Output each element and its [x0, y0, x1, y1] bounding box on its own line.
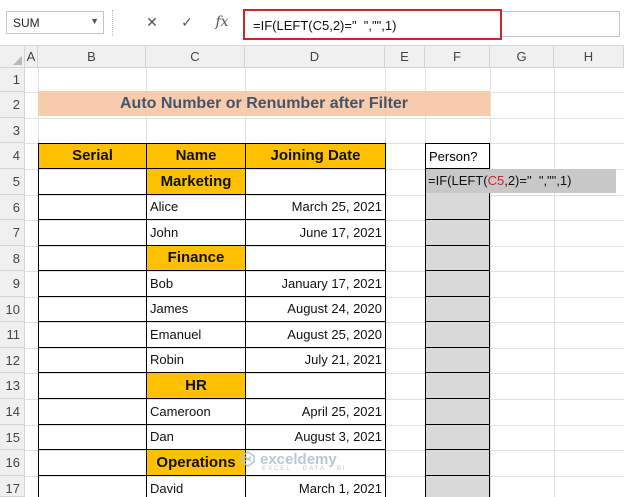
- col-header-d[interactable]: D: [245, 46, 385, 68]
- row-header[interactable]: 5: [0, 169, 25, 195]
- name-cell[interactable]: Emanuel: [147, 322, 246, 348]
- name-cell[interactable]: John: [147, 220, 246, 246]
- header-name[interactable]: Name: [147, 144, 246, 169]
- helper-cell[interactable]: [425, 348, 490, 373]
- helper-cell[interactable]: [425, 399, 490, 425]
- date-cell[interactable]: January 17, 2021: [246, 271, 385, 297]
- serial-cell[interactable]: [39, 297, 147, 322]
- row-header[interactable]: 9: [0, 271, 25, 297]
- date-cell[interactable]: March 1, 2021: [246, 476, 385, 497]
- check-icon[interactable]: ✓: [175, 11, 199, 34]
- name-cell[interactable]: David: [147, 476, 246, 497]
- col-header-b[interactable]: B: [38, 46, 146, 68]
- name-cell[interactable]: Alice: [147, 195, 246, 220]
- helper-cell[interactable]: [425, 373, 490, 399]
- serial-cell[interactable]: [39, 322, 147, 348]
- row-header[interactable]: 3: [0, 118, 25, 143]
- x-icon[interactable]: ✕: [140, 11, 164, 34]
- formula-bar-separator: [112, 10, 113, 36]
- col-header-a[interactable]: A: [25, 46, 38, 68]
- row-header[interactable]: 13: [0, 373, 25, 399]
- name-cell[interactable]: Robin: [147, 348, 246, 373]
- helper-cell[interactable]: [425, 220, 490, 246]
- department-cell[interactable]: Operations: [147, 450, 246, 476]
- date-cell[interactable]: March 25, 2021: [246, 195, 385, 220]
- col-header-f[interactable]: F: [425, 46, 490, 68]
- serial-cell[interactable]: [39, 271, 147, 297]
- serial-cell[interactable]: [39, 399, 147, 425]
- row-header[interactable]: 8: [0, 246, 25, 271]
- formula-text: ,2)=: [504, 173, 527, 188]
- formula-bar: SUM ▼ ✕ ✓ fx =IF(LEFT(C5,2)=" ","",1): [0, 0, 624, 46]
- col-header-c[interactable]: C: [146, 46, 245, 68]
- serial-cell[interactable]: [39, 220, 147, 246]
- header-joining-date[interactable]: Joining Date: [246, 144, 385, 169]
- row-header[interactable]: 17: [0, 476, 25, 497]
- formula-text: " ","",1): [526, 173, 572, 188]
- header-serial[interactable]: Serial: [39, 144, 147, 169]
- helper-cell[interactable]: [425, 246, 490, 271]
- name-cell[interactable]: Dan: [147, 425, 246, 450]
- chevron-down-icon[interactable]: ▼: [90, 16, 99, 26]
- row-header[interactable]: 12: [0, 348, 25, 373]
- row-header[interactable]: 16: [0, 450, 25, 476]
- date-cell[interactable]: June 17, 2021: [246, 220, 385, 246]
- date-cell[interactable]: August 3, 2021: [246, 425, 385, 450]
- name-box[interactable]: SUM ▼: [6, 11, 104, 34]
- date-cell[interactable]: August 25, 2020: [246, 322, 385, 348]
- data-table: Serial Name Joining Date Marketing Alice…: [38, 143, 386, 497]
- date-cell[interactable]: April 25, 2021: [246, 399, 385, 425]
- row-header[interactable]: 7: [0, 220, 25, 246]
- department-cell[interactable]: Finance: [147, 246, 246, 271]
- name-cell[interactable]: James: [147, 297, 246, 322]
- sheet-title[interactable]: Auto Number or Renumber after Filter: [38, 91, 490, 116]
- name-cell[interactable]: Cameroon: [147, 399, 246, 425]
- serial-cell[interactable]: [39, 450, 147, 476]
- row-header[interactable]: 6: [0, 195, 25, 220]
- select-all-corner[interactable]: [0, 46, 25, 68]
- fx-button[interactable]: fx: [210, 11, 234, 34]
- watermark-tagline: EXCEL · DATA · BI: [262, 466, 347, 472]
- row-header[interactable]: 1: [0, 68, 25, 92]
- formula-text: =IF(LEFT(: [428, 173, 488, 188]
- serial-cell[interactable]: [39, 373, 147, 399]
- department-cell[interactable]: Marketing: [147, 169, 246, 195]
- date-cell[interactable]: July 21, 2021: [246, 348, 385, 373]
- person-header[interactable]: Person?: [425, 143, 490, 169]
- helper-cell[interactable]: [425, 195, 490, 220]
- serial-cell[interactable]: [39, 476, 147, 497]
- date-cell[interactable]: August 24, 2020: [246, 297, 385, 322]
- formula-input-extension[interactable]: [502, 11, 620, 37]
- serial-cell[interactable]: [39, 246, 147, 271]
- row-header[interactable]: 11: [0, 322, 25, 348]
- helper-cell[interactable]: [425, 271, 490, 297]
- serial-cell[interactable]: [39, 169, 147, 195]
- exceldemy-logo-icon: [241, 451, 255, 467]
- helper-cell[interactable]: [425, 450, 490, 476]
- date-cell[interactable]: [246, 246, 385, 271]
- helper-cell[interactable]: [425, 297, 490, 322]
- col-header-g[interactable]: G: [490, 46, 554, 68]
- date-cell[interactable]: [246, 373, 385, 399]
- row-header[interactable]: 10: [0, 297, 25, 322]
- row-header[interactable]: 14: [0, 399, 25, 425]
- watermark: exceldemy EXCEL · DATA · BI: [240, 451, 347, 472]
- date-cell[interactable]: [246, 169, 385, 195]
- col-header-h[interactable]: H: [554, 46, 624, 68]
- active-cell-f5[interactable]: =IF(LEFT(C5,2)=" ","",1): [426, 169, 616, 193]
- row-header[interactable]: 15: [0, 425, 25, 450]
- department-cell[interactable]: HR: [147, 373, 246, 399]
- name-cell[interactable]: Bob: [147, 271, 246, 297]
- serial-cell[interactable]: [39, 425, 147, 450]
- helper-cell[interactable]: [425, 322, 490, 348]
- serial-cell[interactable]: [39, 348, 147, 373]
- row-header[interactable]: 4: [0, 143, 25, 169]
- helper-cell[interactable]: [425, 425, 490, 450]
- row-header[interactable]: 2: [0, 92, 25, 118]
- formula-reference: C5: [487, 173, 505, 188]
- name-box-value: SUM: [13, 16, 40, 30]
- col-header-e[interactable]: E: [385, 46, 425, 68]
- formula-input[interactable]: =IF(LEFT(C5,2)=" ","",1): [243, 9, 502, 40]
- serial-cell[interactable]: [39, 195, 147, 220]
